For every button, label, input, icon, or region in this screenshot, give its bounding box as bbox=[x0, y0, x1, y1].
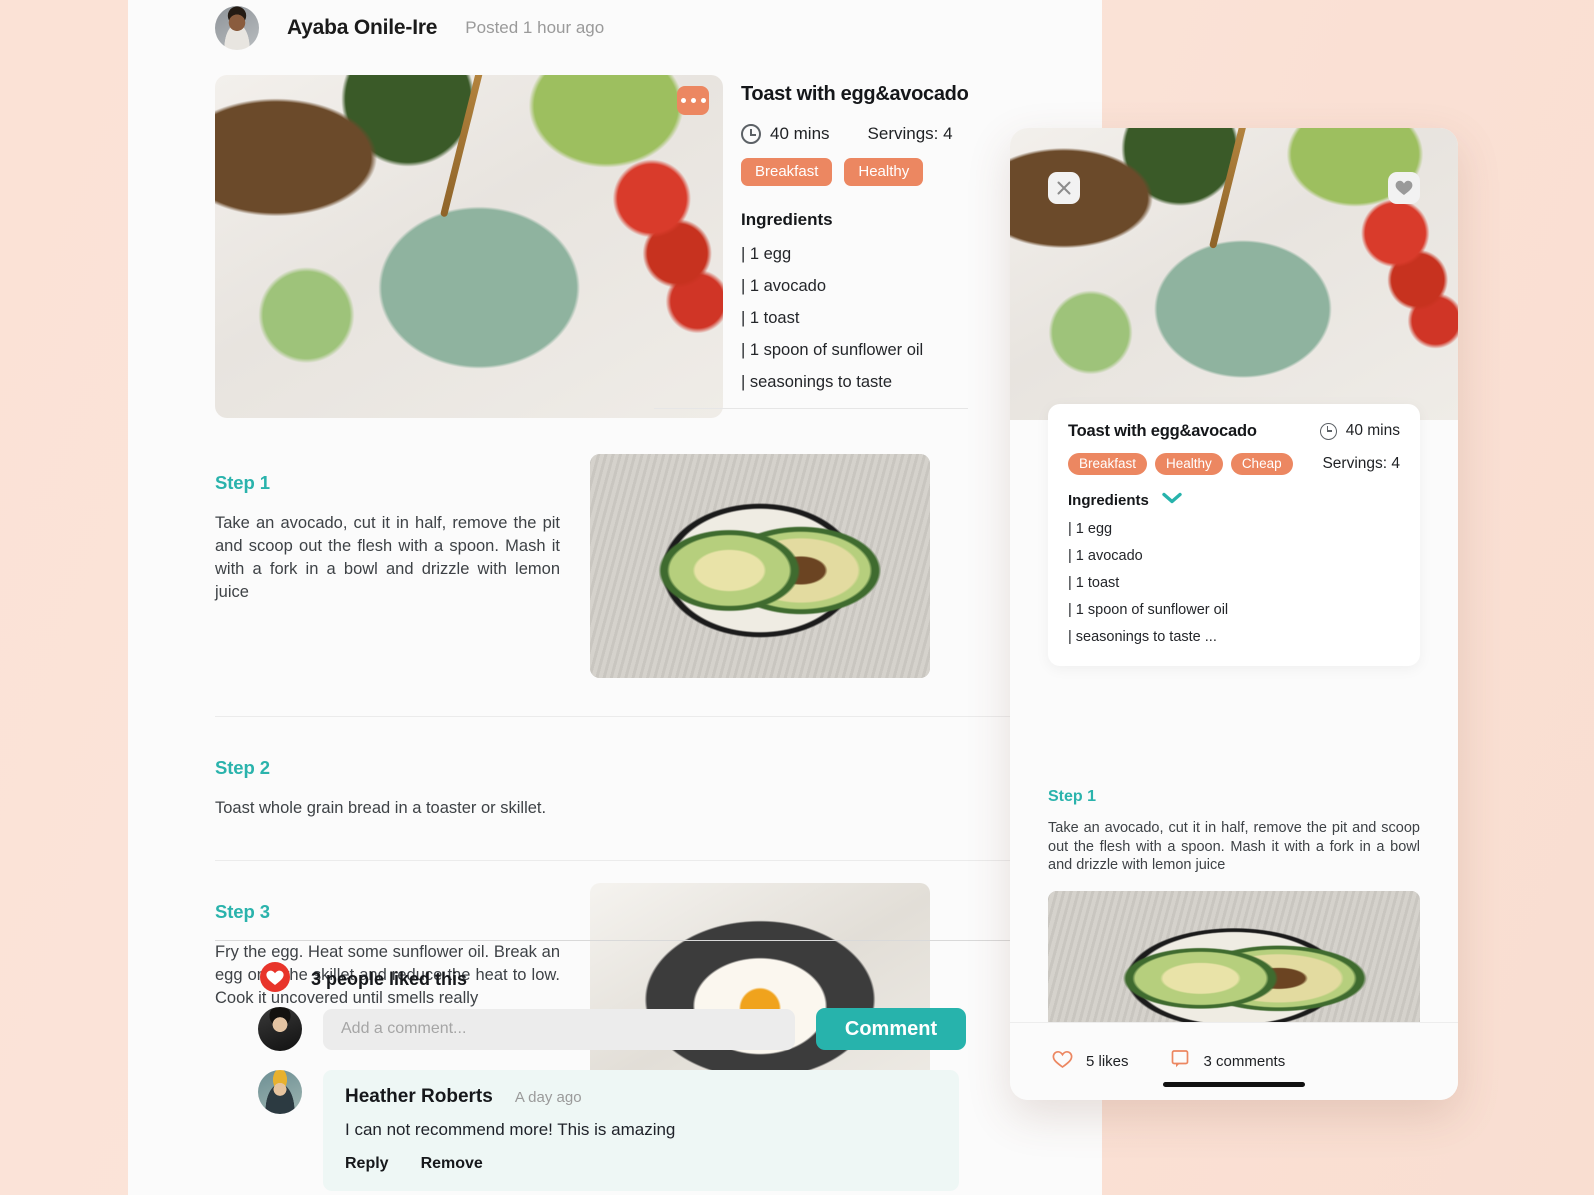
comment-text: I can not recommend more! This is amazin… bbox=[345, 1120, 676, 1139]
favorite-heart-icon[interactable] bbox=[1388, 172, 1420, 204]
ingredients-heading: Ingredients bbox=[741, 210, 833, 229]
list-item: | 1 toast bbox=[1068, 575, 1120, 591]
recipe-meta: 40 mins Servings: 4 bbox=[741, 124, 1055, 144]
author-name: Ayaba Onile-Ire bbox=[287, 16, 438, 39]
close-icon[interactable] bbox=[1048, 172, 1080, 204]
step-image[interactable] bbox=[590, 454, 930, 678]
mobile-hero-image[interactable] bbox=[1010, 128, 1458, 420]
post-header: Ayaba Onile-Ire Posted 1 hour ago bbox=[215, 6, 604, 50]
reply-button[interactable]: Reply bbox=[345, 1155, 389, 1173]
clock-icon bbox=[1319, 422, 1337, 440]
page-title: Toast with egg&avocado bbox=[741, 83, 969, 105]
avatar[interactable] bbox=[258, 1007, 302, 1051]
step-title: Step 1 bbox=[215, 472, 270, 493]
recipe-hero-image[interactable] bbox=[215, 75, 723, 418]
comment-button[interactable]: Comment bbox=[816, 1008, 966, 1050]
list-item: | 1 spoon of sunflower oil bbox=[741, 341, 924, 359]
comment-bubble-icon bbox=[1171, 1049, 1191, 1074]
likes-count-label: 3 people liked this bbox=[311, 969, 468, 989]
recipe-steps: Step 1 Take an avocado, cut it in half, … bbox=[215, 432, 1083, 1107]
mobile-recipe-info: Toast with egg&avocado 40 mins Breakfast… bbox=[1048, 404, 1420, 666]
step-title: Step 1 bbox=[1048, 788, 1097, 805]
toast-photo bbox=[1010, 128, 1458, 420]
cook-time-label: 40 mins bbox=[770, 124, 830, 143]
list-item: | 1 avocado bbox=[1068, 548, 1143, 564]
list-item: | 1 egg bbox=[741, 245, 792, 263]
ingredients-list: | 1 egg | 1 avocado | 1 toast | 1 spoon … bbox=[741, 238, 1055, 398]
avatar[interactable] bbox=[215, 6, 259, 50]
step-item: Step 1 Take an avocado, cut it in half, … bbox=[1048, 788, 1420, 1059]
step-body: Take an avocado, cut it in half, remove … bbox=[215, 514, 560, 601]
mobile-page-title: Toast with egg&avocado bbox=[1068, 422, 1257, 440]
posted-timestamp: Posted 1 hour ago bbox=[465, 18, 605, 37]
comments-count-label: 3 comments bbox=[1203, 1053, 1286, 1070]
comment-bubble: Heather Roberts A day ago I can not reco… bbox=[323, 1070, 959, 1191]
recipe-details-panel: Toast with egg&avocado 40 mins Servings:… bbox=[741, 83, 1055, 398]
mobile-recipe-tags: Breakfast Healthy Cheap bbox=[1068, 453, 1293, 475]
list-item: | 1 spoon of sunflower oil bbox=[1068, 602, 1229, 618]
cook-time: 40 mins bbox=[741, 124, 830, 144]
tag-breakfast[interactable]: Breakfast bbox=[741, 158, 833, 186]
chevron-down-icon[interactable] bbox=[1162, 491, 1182, 509]
list-item: | 1 toast bbox=[741, 309, 800, 327]
step-title: Step 3 bbox=[215, 901, 270, 922]
mobile-ingredients-list: | 1 egg | 1 avocado | 1 toast | 1 spoon … bbox=[1068, 515, 1400, 650]
mobile-bottom-bar: 5 likes 3 comments bbox=[1010, 1022, 1458, 1100]
servings-label: Servings: 4 bbox=[867, 124, 953, 143]
recipe-tags: Breakfast Healthy bbox=[741, 158, 1055, 186]
step-body: Toast whole grain bread in a toaster or … bbox=[215, 799, 547, 817]
list-item: | seasonings to taste bbox=[741, 373, 893, 391]
list-item: | 1 egg bbox=[1068, 521, 1113, 537]
heart-outline-icon bbox=[1052, 1050, 1073, 1074]
clock-icon bbox=[741, 124, 761, 144]
tag-cheap[interactable]: Cheap bbox=[1230, 453, 1293, 475]
avatar[interactable] bbox=[258, 1070, 302, 1114]
likes-summary: 3 people liked this bbox=[258, 962, 467, 997]
mobile-ingredients-heading: Ingredients bbox=[1068, 491, 1149, 509]
mobile-cook-time: 40 mins bbox=[1319, 422, 1400, 440]
likes-count-label: 5 likes bbox=[1086, 1053, 1129, 1070]
home-indicator bbox=[1163, 1082, 1305, 1087]
commenter-name: Heather Roberts bbox=[345, 1086, 493, 1107]
comment-composer: Comment bbox=[258, 1007, 966, 1051]
divider bbox=[215, 940, 1055, 941]
mobile-cook-time-label: 40 mins bbox=[1345, 422, 1400, 439]
mobile-preview-card: Toast with egg&avocado 40 mins Breakfast… bbox=[1010, 128, 1458, 1100]
step-body: Take an avocado, cut it in half, remove … bbox=[1048, 820, 1420, 873]
post-card: Ayaba Onile-Ire Posted 1 hour ago Toast … bbox=[128, 0, 1102, 1195]
tag-healthy[interactable]: Healthy bbox=[1155, 453, 1223, 475]
step-title: Step 2 bbox=[215, 757, 270, 778]
mobile-servings-label: Servings: 4 bbox=[1322, 455, 1400, 472]
more-horizontal-icon[interactable] bbox=[677, 86, 709, 115]
comment-item: Heather Roberts A day ago I can not reco… bbox=[258, 1070, 959, 1191]
heart-filled-icon[interactable] bbox=[258, 962, 292, 997]
toast-photo bbox=[215, 75, 723, 418]
list-item: | seasonings to taste ... bbox=[1068, 629, 1217, 645]
tag-breakfast[interactable]: Breakfast bbox=[1068, 453, 1148, 475]
like-action[interactable]: 5 likes bbox=[1052, 1050, 1129, 1074]
comment-input[interactable] bbox=[323, 1008, 795, 1050]
comment-timestamp: A day ago bbox=[514, 1089, 582, 1106]
remove-button[interactable]: Remove bbox=[421, 1155, 483, 1173]
divider bbox=[654, 408, 968, 409]
step-item: Step 1 Take an avocado, cut it in half, … bbox=[215, 432, 1055, 678]
list-item: | 1 avocado bbox=[741, 277, 827, 295]
comments-action[interactable]: 3 comments bbox=[1171, 1049, 1286, 1074]
avocado-photo bbox=[590, 454, 930, 678]
tag-healthy[interactable]: Healthy bbox=[844, 158, 924, 186]
step-item: Step 2 Toast whole grain bread in a toas… bbox=[215, 717, 1055, 820]
